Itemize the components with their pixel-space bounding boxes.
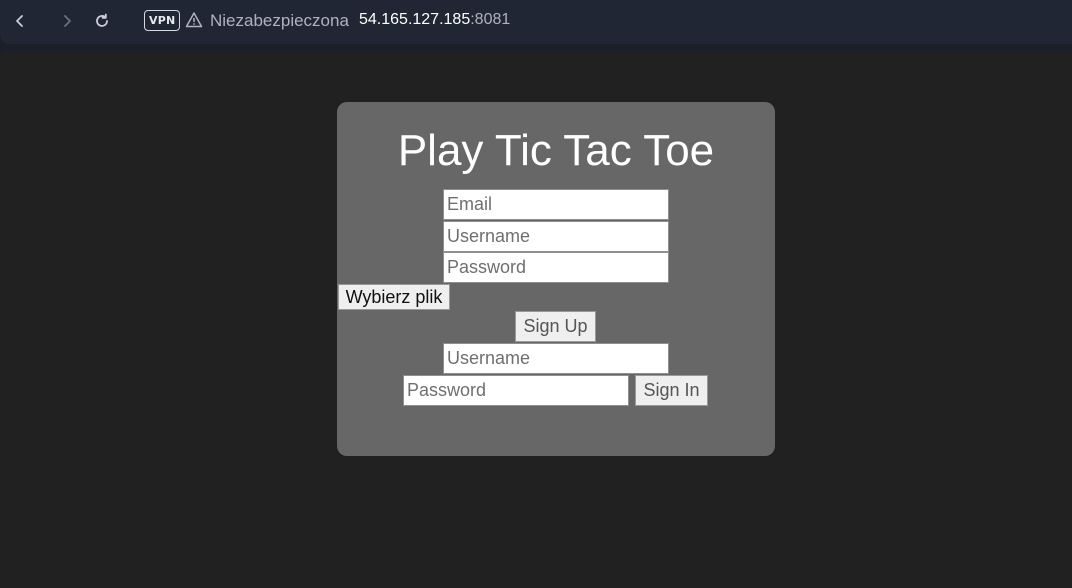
chevron-left-icon: [16, 15, 23, 27]
signup-password-input[interactable]: [443, 252, 669, 283]
address-bar[interactable]: 54.165.127.185:8081: [359, 11, 510, 29]
url-port: :8081: [470, 11, 511, 28]
chevron-right-icon: [64, 15, 71, 27]
security-status-label[interactable]: Niezabezpieczona: [210, 11, 349, 31]
reload-button[interactable]: [89, 8, 115, 34]
sign-up-button[interactable]: Sign Up: [515, 311, 596, 342]
vpn-badge[interactable]: VPN: [144, 10, 181, 31]
browser-toolbar: VPN Niezabezpieczona 54.165.127.185:8081: [0, 0, 1072, 44]
signup-email-input[interactable]: [443, 189, 669, 220]
sign-in-button[interactable]: Sign In: [635, 375, 708, 406]
signin-password-input[interactable]: [403, 375, 629, 406]
choose-file-button[interactable]: Wybierz plik: [338, 284, 450, 310]
signin-username-input[interactable]: [443, 343, 669, 374]
page-title: Play Tic Tac Toe: [397, 126, 715, 175]
url-host: 54.165.127.185: [359, 11, 471, 28]
signup-username-input[interactable]: [443, 221, 669, 252]
back-button[interactable]: [7, 8, 33, 34]
forward-button[interactable]: [54, 8, 80, 34]
warning-icon[interactable]: [185, 11, 203, 29]
reload-icon: [96, 13, 108, 27]
